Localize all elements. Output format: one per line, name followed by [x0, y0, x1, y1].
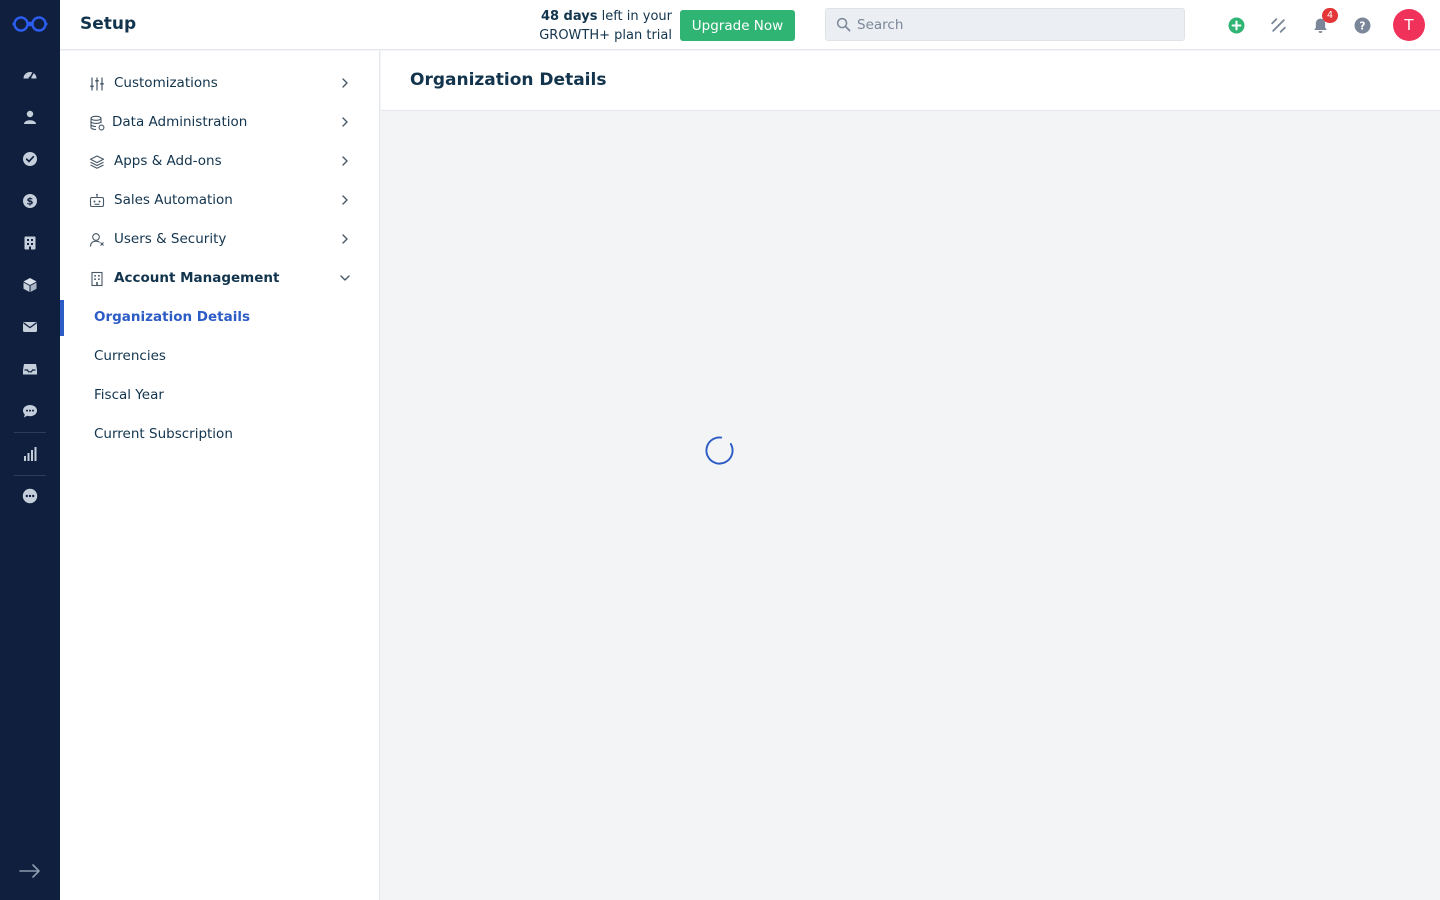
page-title: Setup — [80, 14, 137, 34]
nav-item-current-subscription[interactable]: Current Subscription — [60, 417, 379, 453]
nav-item-label: Organization Details — [94, 309, 250, 325]
deals-icon[interactable]: $ — [18, 189, 42, 213]
search-box[interactable] — [825, 8, 1185, 41]
trial-notice: 48 days left in your GROWTH+ plan trial — [530, 7, 672, 45]
layers-icon — [89, 154, 105, 170]
nav-section-label: Account Management — [114, 270, 280, 286]
nav-section-label: Customizations — [114, 75, 218, 91]
content-header: Organization Details — [381, 51, 1440, 111]
trial-text-line2: GROWTH+ plan trial — [539, 28, 672, 43]
nav-section-label: Data Administration — [112, 114, 248, 130]
notification-count-badge: 4 — [1322, 8, 1338, 23]
chevron-right-icon — [338, 115, 352, 129]
building-icon — [89, 271, 105, 287]
rail-divider — [14, 475, 46, 476]
chevron-right-icon — [338, 232, 352, 246]
contacts-icon[interactable] — [18, 105, 42, 129]
chevron-right-icon — [338, 193, 352, 207]
trial-text-line1: left in your — [597, 9, 672, 24]
nav-section-data-administration[interactable]: Data Administration — [60, 104, 379, 142]
svg-text:$: $ — [27, 197, 34, 208]
more-icon[interactable] — [18, 484, 42, 508]
nav-section-label: Sales Automation — [114, 192, 233, 208]
expand-arrow-icon[interactable] — [18, 859, 42, 883]
upgrade-now-button[interactable]: Upgrade Now — [680, 10, 795, 41]
top-header: Setup 48 days left in your GROWTH+ plan … — [60, 0, 1440, 50]
reports-icon[interactable] — [18, 442, 42, 466]
sliders-icon — [89, 76, 105, 92]
chevron-down-icon — [338, 271, 352, 285]
user-icon — [89, 232, 105, 248]
loading-spinner-icon — [704, 435, 735, 466]
products-icon[interactable] — [18, 273, 42, 297]
settings-nav: Customizations Data Administration Apps … — [60, 51, 380, 900]
app-logo-icon[interactable] — [12, 14, 48, 34]
robot-icon — [89, 193, 105, 209]
app-rail: $ — [0, 0, 60, 900]
nav-item-label: Current Subscription — [94, 426, 233, 442]
tools-icon[interactable] — [1267, 14, 1289, 36]
content-title: Organization Details — [410, 70, 607, 90]
nav-section-apps-addons[interactable]: Apps & Add-ons — [60, 143, 379, 181]
rail-divider — [14, 432, 46, 433]
help-icon[interactable]: ? — [1351, 14, 1373, 36]
tasks-icon[interactable] — [18, 147, 42, 171]
svg-text:?: ? — [1359, 19, 1365, 32]
database-icon — [89, 115, 105, 131]
nav-item-fiscal-year[interactable]: Fiscal Year — [60, 378, 379, 414]
search-icon — [835, 17, 851, 33]
nav-item-label: Fiscal Year — [94, 387, 164, 403]
add-new-icon[interactable] — [1225, 14, 1247, 36]
trial-days: 48 days — [540, 9, 598, 24]
search-input[interactable] — [857, 16, 1177, 33]
nav-section-customizations[interactable]: Customizations — [60, 65, 379, 103]
chevron-right-icon — [338, 76, 352, 90]
nav-section-account-management[interactable]: Account Management — [60, 260, 379, 298]
nav-item-currencies[interactable]: Currencies — [60, 339, 379, 375]
chat-icon[interactable] — [18, 399, 42, 423]
email-icon[interactable] — [18, 315, 42, 339]
inbox-icon[interactable] — [18, 357, 42, 381]
dashboard-icon[interactable] — [18, 63, 42, 87]
accounts-icon[interactable] — [18, 231, 42, 255]
active-indicator — [60, 300, 64, 336]
chevron-right-icon — [338, 154, 352, 168]
nav-section-sales-automation[interactable]: Sales Automation — [60, 182, 379, 220]
avatar[interactable]: T — [1393, 9, 1425, 41]
nav-item-label: Currencies — [94, 348, 166, 364]
nav-section-label: Apps & Add-ons — [114, 153, 222, 169]
nav-section-users-security[interactable]: Users & Security — [60, 221, 379, 259]
nav-item-organization-details[interactable]: Organization Details — [60, 300, 379, 336]
nav-section-label: Users & Security — [114, 231, 227, 247]
